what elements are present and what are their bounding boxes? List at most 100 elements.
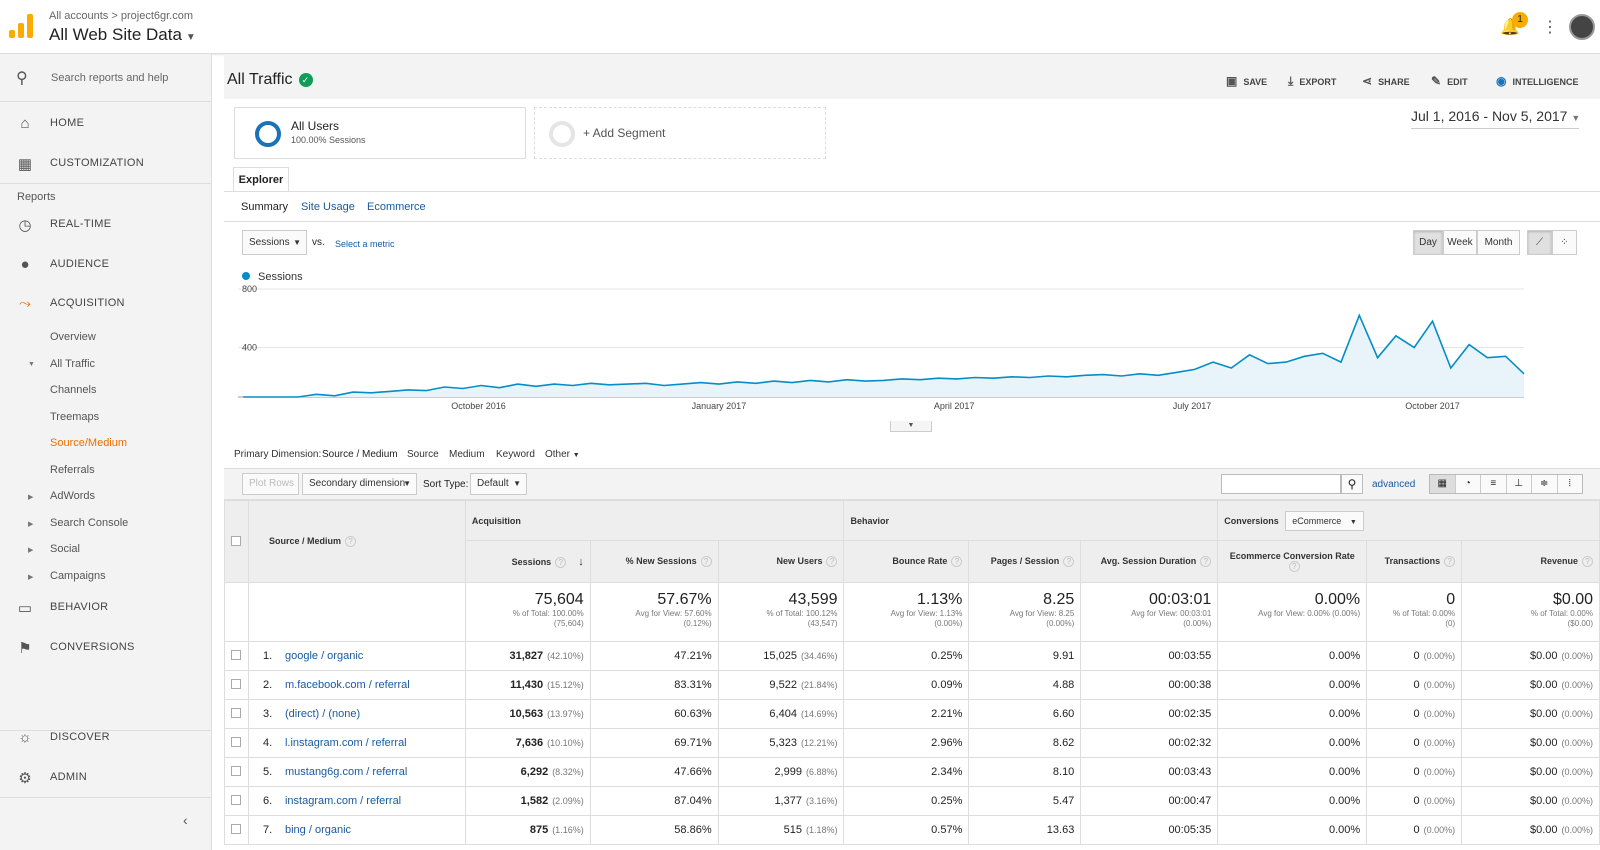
export-button[interactable]: ⤓ EXPORT <box>1288 74 1336 89</box>
chart-resize-handle[interactable]: ▼ <box>890 421 932 432</box>
date-range-picker[interactable]: Jul 1, 2016 - Nov 5, 2017 ▼ <box>1411 108 1580 124</box>
select-all-checkbox[interactable] <box>231 535 242 546</box>
sidebar-item-admin[interactable]: ⚙ ADMIN <box>0 757 212 797</box>
sidebar-item-customization[interactable]: ▦ CUSTOMIZATION <box>0 143 212 183</box>
save-button[interactable]: ▣ SAVE <box>1226 74 1267 88</box>
dimension-source[interactable]: Source <box>407 449 439 460</box>
segment-all-users[interactable]: All Users 100.00% Sessions <box>234 107 526 159</box>
sidebar-item-home[interactable]: ⌂ HOME <box>0 103 212 143</box>
source-medium-link[interactable]: mustang6g.com / referral <box>285 766 407 778</box>
collapse-sidebar-icon[interactable]: ‹ <box>183 812 188 828</box>
sidebar-item-channels[interactable]: Channels <box>50 384 96 396</box>
more-options-icon[interactable]: ⋮ <box>1542 17 1558 37</box>
analytics-logo-icon[interactable] <box>9 14 33 38</box>
pivot-view-icon[interactable]: ⦙ <box>1558 475 1583 493</box>
share-button[interactable]: ⋖ SHARE <box>1362 74 1410 88</box>
help-icon[interactable]: ? <box>1288 561 1300 572</box>
sidebar-item-behavior[interactable]: ▭ BEHAVIOR <box>0 587 212 627</box>
header-source-medium[interactable]: Source / Medium? <box>247 500 466 583</box>
expand-right-icon[interactable]: ▶ <box>28 493 33 501</box>
header-pages-session[interactable]: Pages / Session? <box>968 540 1082 583</box>
sidebar-item-social[interactable]: Social <box>50 543 80 555</box>
sidebar-item-search-console[interactable]: Search Console <box>50 517 128 529</box>
sidebar-item-overview[interactable]: Overview <box>50 331 96 343</box>
line-chart-icon[interactable]: ⟋ <box>1527 230 1552 255</box>
term-cloud-view-icon[interactable]: ≑ <box>1532 475 1558 493</box>
row-checkbox[interactable] <box>231 823 242 834</box>
sidebar-item-audience[interactable]: ● AUDIENCE <box>0 244 212 284</box>
header-new-sessions[interactable]: % New Sessions? <box>589 540 719 583</box>
source-medium-link[interactable]: google / organic <box>285 650 363 662</box>
period-month-button[interactable]: Month <box>1477 230 1520 255</box>
search-icon[interactable]: ⚲ <box>1341 474 1363 494</box>
header-new-users[interactable]: New Users? <box>717 540 845 583</box>
dimension-other[interactable]: Other ▼ <box>545 449 580 460</box>
subtab-summary[interactable]: Summary <box>241 201 288 213</box>
expand-right-icon[interactable]: ▶ <box>28 546 33 554</box>
header-bounce-rate[interactable]: Bounce Rate? <box>843 540 970 583</box>
row-checkbox[interactable] <box>231 736 242 747</box>
advanced-filter-link[interactable]: advanced <box>1372 479 1415 490</box>
motion-chart-icon[interactable]: ⁘ <box>1552 230 1577 255</box>
expand-down-icon[interactable]: ▼ <box>28 361 35 368</box>
header-transactions[interactable]: Transactions? <box>1366 540 1463 583</box>
sidebar-item-campaigns[interactable]: Campaigns <box>50 570 106 582</box>
view-selector[interactable]: All Web Site Data ▼ <box>49 25 196 45</box>
metric-select[interactable]: Sessions ▼ <box>242 230 307 255</box>
header-ecom-rate[interactable]: Ecommerce Conversion Rate? <box>1217 540 1368 583</box>
subtab-ecommerce[interactable]: Ecommerce <box>367 201 426 213</box>
period-day-button[interactable]: Day <box>1413 230 1443 255</box>
view-name[interactable]: All Web Site Data <box>49 25 182 44</box>
sort-type-select[interactable]: Default ▼ <box>470 473 527 495</box>
row-checkbox[interactable] <box>231 794 242 805</box>
sidebar-search[interactable]: ⚲ Search reports and help <box>0 54 212 102</box>
help-icon[interactable]: ? <box>1444 556 1456 567</box>
help-icon[interactable]: ? <box>826 556 838 567</box>
conversions-select[interactable]: eCommerce ▼ <box>1285 510 1364 531</box>
source-medium-link[interactable]: instagram.com / referral <box>285 795 401 807</box>
sidebar-item-all-traffic[interactable]: All Traffic <box>50 358 95 370</box>
source-medium-link[interactable]: bing / organic <box>285 824 351 836</box>
help-icon[interactable]: ? <box>1582 556 1593 567</box>
help-icon[interactable]: ? <box>1200 556 1212 567</box>
header-sessions[interactable]: Sessions? ↓ <box>464 540 591 583</box>
sidebar-item-adwords[interactable]: AdWords <box>50 490 95 502</box>
table-view-icon[interactable]: ▦ <box>1430 475 1456 493</box>
sidebar-item-treemaps[interactable]: Treemaps <box>50 411 99 423</box>
avatar[interactable] <box>1569 14 1595 40</box>
sidebar-item-referrals[interactable]: Referrals <box>50 464 95 476</box>
dimension-medium[interactable]: Medium <box>449 449 485 460</box>
tab-explorer[interactable]: Explorer <box>233 167 289 191</box>
performance-view-icon[interactable]: ≡ <box>1481 475 1507 493</box>
pie-view-icon[interactable]: ◔ <box>1456 475 1481 493</box>
crumb-property[interactable]: project6gr.com <box>121 10 193 22</box>
help-icon[interactable]: ? <box>951 556 963 567</box>
sidebar-item-source-medium[interactable]: Source/Medium <box>50 437 127 449</box>
help-icon[interactable]: ? <box>700 556 712 567</box>
sidebar-item-discover[interactable]: ☼ DISCOVER <box>0 717 212 757</box>
header-avg-duration[interactable]: Avg. Session Duration? <box>1080 540 1219 583</box>
source-medium-link[interactable]: l.instagram.com / referral <box>285 737 407 749</box>
help-icon[interactable]: ? <box>1063 556 1075 567</box>
subtab-site-usage[interactable]: Site Usage <box>301 201 355 213</box>
account-breadcrumb[interactable]: All accounts > project6gr.com <box>49 10 193 22</box>
comparison-view-icon[interactable]: ⊥ <box>1507 475 1532 493</box>
select-metric-link[interactable]: Select a metric <box>335 239 395 249</box>
search-input[interactable]: Search reports and help <box>51 72 168 84</box>
edit-button[interactable]: ✎ EDIT <box>1431 74 1468 88</box>
add-segment-button[interactable]: + Add Segment <box>534 107 826 159</box>
row-checkbox[interactable] <box>231 678 242 689</box>
table-search-input[interactable] <box>1221 474 1341 494</box>
period-week-button[interactable]: Week <box>1443 230 1477 255</box>
expand-right-icon[interactable]: ▶ <box>28 573 33 581</box>
header-revenue[interactable]: Revenue? <box>1461 540 1600 583</box>
plot-rows-button[interactable]: Plot Rows <box>242 473 299 495</box>
source-medium-link[interactable]: (direct) / (none) <box>285 708 360 720</box>
sidebar-item-acquisition[interactable]: ⤳ ACQUISITION <box>0 283 212 323</box>
row-checkbox[interactable] <box>231 707 242 718</box>
row-checkbox[interactable] <box>231 765 242 776</box>
expand-right-icon[interactable]: ▶ <box>28 520 33 528</box>
source-medium-link[interactable]: m.facebook.com / referral <box>285 679 410 691</box>
help-icon[interactable]: ? <box>345 536 356 547</box>
crumb-accounts[interactable]: All accounts <box>49 10 108 22</box>
